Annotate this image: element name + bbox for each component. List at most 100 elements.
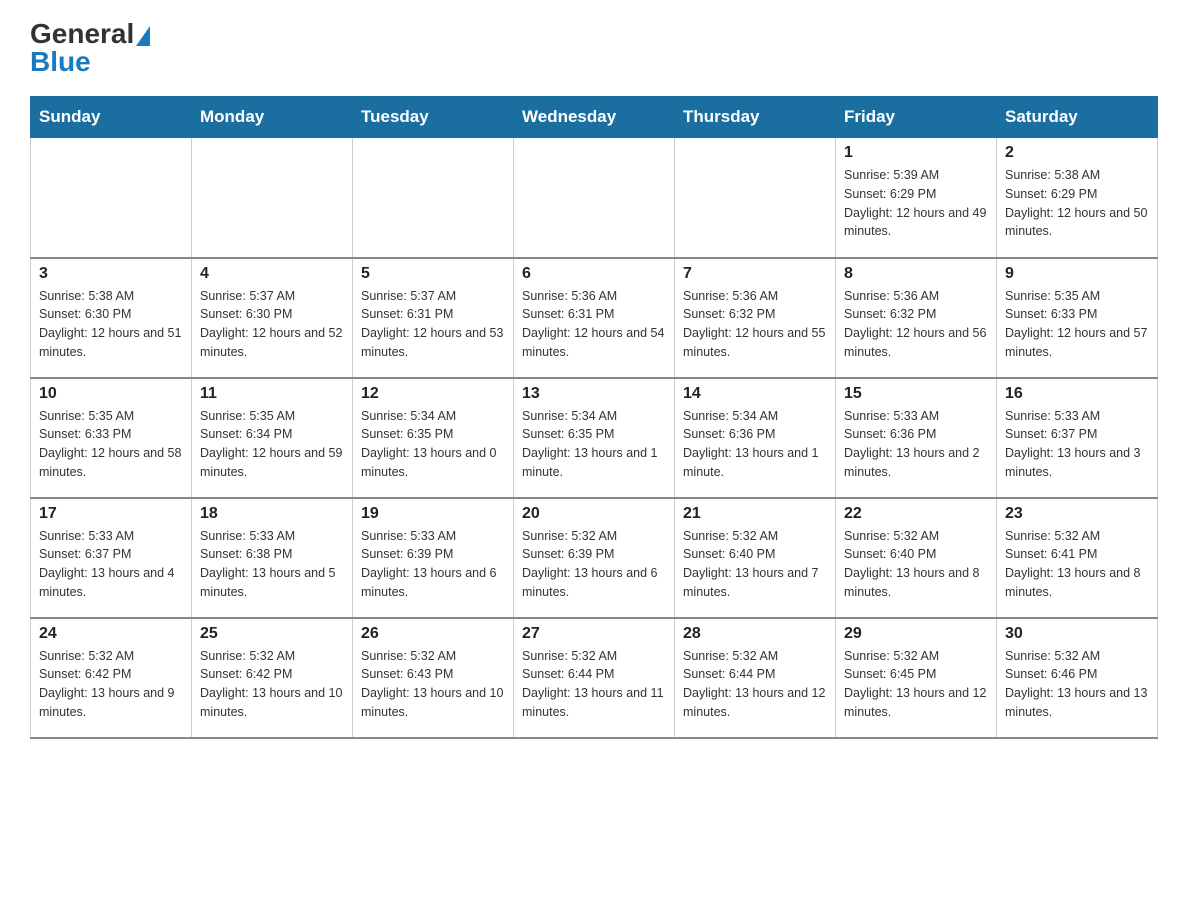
calendar-cell [192,138,353,258]
day-info: Sunrise: 5:32 AMSunset: 6:41 PMDaylight:… [1005,527,1149,602]
calendar-cell: 1 Sunrise: 5:39 AMSunset: 6:29 PMDaylight… [836,138,997,258]
calendar-body: 1 Sunrise: 5:39 AMSunset: 6:29 PMDaylight… [31,138,1158,738]
calendar-cell: 9 Sunrise: 5:35 AMSunset: 6:33 PMDaylight… [997,258,1158,378]
day-number: 9 [1005,265,1149,283]
day-info: Sunrise: 5:32 AMSunset: 6:40 PMDaylight:… [844,527,988,602]
logo-general-text: General [30,20,150,48]
day-number: 24 [39,625,183,643]
day-info: Sunrise: 5:32 AMSunset: 6:44 PMDaylight:… [683,647,827,722]
day-number: 17 [39,505,183,523]
day-info: Sunrise: 5:34 AMSunset: 6:35 PMDaylight:… [522,407,666,482]
day-number: 26 [361,625,505,643]
day-info: Sunrise: 5:33 AMSunset: 6:37 PMDaylight:… [39,527,183,602]
calendar-cell: 17 Sunrise: 5:33 AMSunset: 6:37 PMDayligh… [31,498,192,618]
day-info: Sunrise: 5:36 AMSunset: 6:32 PMDaylight:… [844,287,988,362]
day-info: Sunrise: 5:32 AMSunset: 6:43 PMDaylight:… [361,647,505,722]
calendar-cell: 26 Sunrise: 5:32 AMSunset: 6:43 PMDayligh… [353,618,514,738]
day-number: 19 [361,505,505,523]
day-number: 27 [522,625,666,643]
calendar-cell: 25 Sunrise: 5:32 AMSunset: 6:42 PMDayligh… [192,618,353,738]
day-number: 4 [200,265,344,283]
calendar-cell: 22 Sunrise: 5:32 AMSunset: 6:40 PMDayligh… [836,498,997,618]
day-info: Sunrise: 5:32 AMSunset: 6:46 PMDaylight:… [1005,647,1149,722]
day-info: Sunrise: 5:38 AMSunset: 6:29 PMDaylight:… [1005,166,1149,241]
day-number: 25 [200,625,344,643]
day-info: Sunrise: 5:32 AMSunset: 6:45 PMDaylight:… [844,647,988,722]
logo-blue-text: Blue [30,48,91,76]
calendar-cell: 5 Sunrise: 5:37 AMSunset: 6:31 PMDaylight… [353,258,514,378]
calendar-cell: 14Sunrise: 5:34 AMSunset: 6:36 PMDayligh… [675,378,836,498]
calendar-cell: 2 Sunrise: 5:38 AMSunset: 6:29 PMDaylight… [997,138,1158,258]
calendar-cell: 18Sunrise: 5:33 AMSunset: 6:38 PMDayligh… [192,498,353,618]
day-info: Sunrise: 5:38 AMSunset: 6:30 PMDaylight:… [39,287,183,362]
calendar-cell: 20 Sunrise: 5:32 AMSunset: 6:39 PMDayligh… [514,498,675,618]
day-number: 23 [1005,505,1149,523]
calendar-cell: 4 Sunrise: 5:37 AMSunset: 6:30 PMDaylight… [192,258,353,378]
calendar-cell: 29Sunrise: 5:32 AMSunset: 6:45 PMDayligh… [836,618,997,738]
day-number: 22 [844,505,988,523]
day-number: 13 [522,385,666,403]
day-info: Sunrise: 5:32 AMSunset: 6:42 PMDaylight:… [200,647,344,722]
day-number: 12 [361,385,505,403]
weekday-header-monday: Monday [192,97,353,138]
calendar-cell: 12 Sunrise: 5:34 AMSunset: 6:35 PMDayligh… [353,378,514,498]
day-number: 2 [1005,144,1149,162]
day-info: Sunrise: 5:34 AMSunset: 6:35 PMDaylight:… [361,407,505,482]
weekday-header-row: SundayMondayTuesdayWednesdayThursdayFrid… [31,97,1158,138]
day-number: 8 [844,265,988,283]
day-info: Sunrise: 5:36 AMSunset: 6:32 PMDaylight:… [683,287,827,362]
calendar-cell [31,138,192,258]
weekday-header-saturday: Saturday [997,97,1158,138]
calendar-cell: 7 Sunrise: 5:36 AMSunset: 6:32 PMDaylight… [675,258,836,378]
day-number: 28 [683,625,827,643]
calendar-cell: 6 Sunrise: 5:36 AMSunset: 6:31 PMDaylight… [514,258,675,378]
calendar-cell: 8 Sunrise: 5:36 AMSunset: 6:32 PMDaylight… [836,258,997,378]
day-number: 1 [844,144,988,162]
calendar-cell: 16Sunrise: 5:33 AMSunset: 6:37 PMDayligh… [997,378,1158,498]
day-number: 18 [200,505,344,523]
calendar-cell [675,138,836,258]
day-number: 5 [361,265,505,283]
day-number: 11 [200,385,344,403]
day-number: 3 [39,265,183,283]
calendar-cell: 13 Sunrise: 5:34 AMSunset: 6:35 PMDayligh… [514,378,675,498]
day-info: Sunrise: 5:36 AMSunset: 6:31 PMDaylight:… [522,287,666,362]
calendar-cell: 23 Sunrise: 5:32 AMSunset: 6:41 PMDayligh… [997,498,1158,618]
day-info: Sunrise: 5:37 AMSunset: 6:31 PMDaylight:… [361,287,505,362]
calendar-header: SundayMondayTuesdayWednesdayThursdayFrid… [31,97,1158,138]
day-number: 7 [683,265,827,283]
day-number: 16 [1005,385,1149,403]
calendar-cell: 21Sunrise: 5:32 AMSunset: 6:40 PMDayligh… [675,498,836,618]
day-info: Sunrise: 5:32 AMSunset: 6:39 PMDaylight:… [522,527,666,602]
day-number: 20 [522,505,666,523]
calendar-week-3: 10Sunrise: 5:35 AMSunset: 6:33 PMDayligh… [31,378,1158,498]
weekday-header-tuesday: Tuesday [353,97,514,138]
calendar-cell: 15 Sunrise: 5:33 AMSunset: 6:36 PMDayligh… [836,378,997,498]
weekday-header-friday: Friday [836,97,997,138]
day-info: Sunrise: 5:35 AMSunset: 6:33 PMDaylight:… [1005,287,1149,362]
calendar-week-5: 24 Sunrise: 5:32 AMSunset: 6:42 PMDayligh… [31,618,1158,738]
calendar-cell: 11Sunrise: 5:35 AMSunset: 6:34 PMDayligh… [192,378,353,498]
day-number: 6 [522,265,666,283]
calendar-cell [514,138,675,258]
day-info: Sunrise: 5:33 AMSunset: 6:36 PMDaylight:… [844,407,988,482]
day-info: Sunrise: 5:35 AMSunset: 6:33 PMDaylight:… [39,407,183,482]
day-number: 14 [683,385,827,403]
calendar-cell: 28 Sunrise: 5:32 AMSunset: 6:44 PMDayligh… [675,618,836,738]
day-number: 21 [683,505,827,523]
calendar-cell [353,138,514,258]
day-info: Sunrise: 5:33 AMSunset: 6:39 PMDaylight:… [361,527,505,602]
logo: General Blue [30,20,150,76]
weekday-header-sunday: Sunday [31,97,192,138]
calendar-week-4: 17 Sunrise: 5:33 AMSunset: 6:37 PMDayligh… [31,498,1158,618]
weekday-header-wednesday: Wednesday [514,97,675,138]
page-header: General Blue [30,20,1158,76]
calendar-cell: 24Sunrise: 5:32 AMSunset: 6:42 PMDayligh… [31,618,192,738]
calendar-cell: 27 Sunrise: 5:32 AMSunset: 6:44 PMDayligh… [514,618,675,738]
day-number: 15 [844,385,988,403]
day-info: Sunrise: 5:39 AMSunset: 6:29 PMDaylight:… [844,166,988,241]
calendar-table: SundayMondayTuesdayWednesdayThursdayFrid… [30,96,1158,739]
day-info: Sunrise: 5:37 AMSunset: 6:30 PMDaylight:… [200,287,344,362]
calendar-cell: 30Sunrise: 5:32 AMSunset: 6:46 PMDayligh… [997,618,1158,738]
day-info: Sunrise: 5:32 AMSunset: 6:44 PMDaylight:… [522,647,666,722]
